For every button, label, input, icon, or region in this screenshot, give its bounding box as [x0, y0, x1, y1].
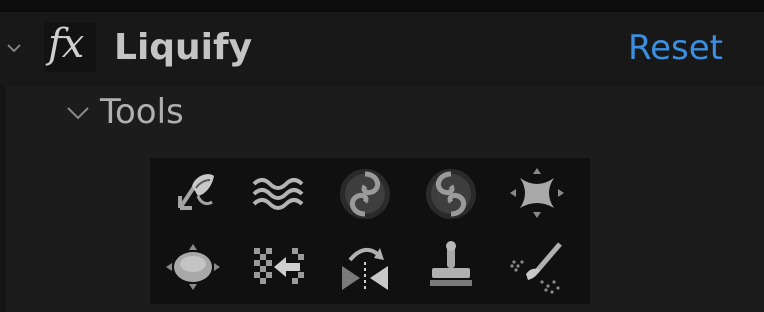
warp-tool-button[interactable]	[162, 164, 224, 222]
twirl-counterclockwise-tool-button[interactable]	[420, 164, 482, 222]
bloat-tool-icon	[166, 244, 220, 290]
effect-name: Liquify	[114, 27, 253, 68]
pucker-tool-icon	[510, 168, 564, 218]
pucker-tool-button[interactable]	[506, 164, 568, 222]
reconstruction-tool-icon	[510, 242, 562, 294]
reflection-tool-button[interactable]	[334, 238, 396, 296]
liquify-tool-palette	[150, 158, 590, 304]
twirl-clockwise-tool-button[interactable]	[334, 164, 396, 222]
shift-pixels-tool-button[interactable]	[248, 238, 310, 296]
panel-top-border	[0, 0, 764, 12]
reset-button[interactable]: Reset	[628, 22, 723, 74]
fx-icon: fx	[48, 21, 84, 67]
tools-group-label: Tools	[100, 92, 184, 132]
clone-tool-button[interactable]	[420, 238, 482, 296]
twirl-clockwise-tool-icon	[340, 169, 390, 219]
bloat-tool-button[interactable]	[162, 238, 224, 296]
reconstruction-tool-button[interactable]	[506, 238, 568, 296]
tools-collapse-chevron-icon[interactable]	[66, 104, 90, 122]
reflection-tool-icon	[342, 248, 388, 292]
warp-tool-icon	[178, 174, 214, 210]
shift-pixels-tool-icon	[254, 248, 304, 284]
turbulence-tool-button[interactable]	[248, 164, 310, 222]
turbulence-tool-icon	[252, 178, 304, 210]
clone-tool-icon	[430, 241, 472, 286]
effect-collapse-chevron-icon[interactable]	[6, 40, 22, 56]
twirl-counterclockwise-tool-icon	[426, 169, 476, 219]
effect-panel: fx Liquify Reset Tools	[0, 0, 764, 312]
